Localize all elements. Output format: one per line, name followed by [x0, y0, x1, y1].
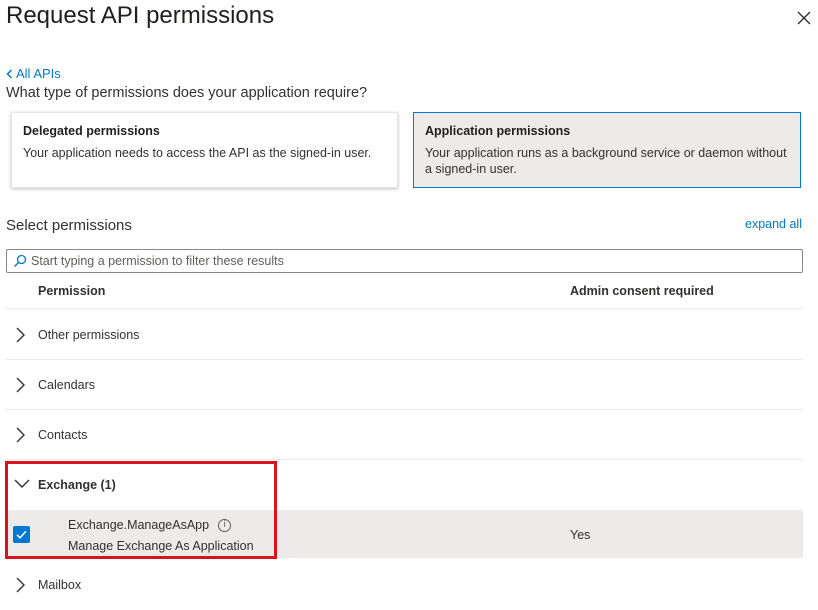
- application-permissions-card[interactable]: Application permissions Your application…: [413, 112, 801, 188]
- group-row-mailbox[interactable]: Mailbox: [6, 560, 803, 610]
- header-divider: [6, 308, 803, 309]
- info-icon[interactable]: i: [218, 518, 232, 532]
- select-permissions-heading: Select permissions: [6, 217, 132, 234]
- chevron-right-icon: [16, 327, 25, 343]
- permission-checkbox[interactable]: [13, 526, 30, 543]
- checkmark-icon: [16, 530, 27, 539]
- delegated-permissions-description: Your application needs to access the API…: [23, 146, 372, 160]
- group-label: Contacts: [38, 428, 88, 442]
- admin-consent-value: Yes: [570, 528, 591, 542]
- chevron-right-icon: [16, 377, 25, 393]
- permission-description: Manage Exchange As Application: [68, 539, 254, 553]
- back-link-label: All APIs: [16, 66, 61, 81]
- panel-title: Request API permissions: [6, 2, 275, 29]
- group-row-contacts[interactable]: Contacts: [6, 410, 803, 460]
- group-label: Exchange (1): [38, 478, 116, 492]
- chevron-down-icon: [14, 479, 30, 488]
- permission-type-question: What type of permissions does your appli…: [6, 85, 368, 101]
- group-row-exchange[interactable]: Exchange (1): [6, 460, 803, 510]
- group-row-calendars[interactable]: Calendars: [6, 360, 803, 410]
- admin-consent-column-header: Admin consent required: [570, 284, 714, 298]
- permission-name-container: Exchange.ManageAsApp i: [68, 518, 232, 532]
- expand-all-link[interactable]: expand all: [745, 217, 802, 231]
- search-icon: [14, 254, 27, 267]
- group-label: Other permissions: [38, 328, 140, 342]
- chevron-right-icon: [16, 427, 25, 443]
- close-icon[interactable]: [795, 9, 813, 27]
- delegated-permissions-title: Delegated permissions: [23, 124, 160, 138]
- permission-name: Exchange.ManageAsApp: [68, 518, 210, 532]
- chevron-left-icon: [6, 68, 13, 79]
- application-permissions-title: Application permissions: [425, 124, 571, 138]
- permission-search-input[interactable]: [31, 254, 771, 268]
- delegated-permissions-card[interactable]: Delegated permissions Your application n…: [11, 112, 398, 188]
- group-label: Calendars: [38, 378, 95, 392]
- permission-row-exchange-manageasapp[interactable]: Exchange.ManageAsApp i Manage Exchange A…: [6, 510, 803, 558]
- group-label: Mailbox: [38, 578, 82, 592]
- back-link[interactable]: All APIs: [6, 66, 61, 81]
- chevron-right-icon: [16, 577, 25, 593]
- permission-search-box[interactable]: [6, 249, 803, 273]
- group-row-other-permissions[interactable]: Other permissions: [6, 310, 803, 360]
- permission-column-header: Permission: [38, 284, 106, 298]
- application-permissions-description: Your application runs as a background se…: [425, 146, 787, 176]
